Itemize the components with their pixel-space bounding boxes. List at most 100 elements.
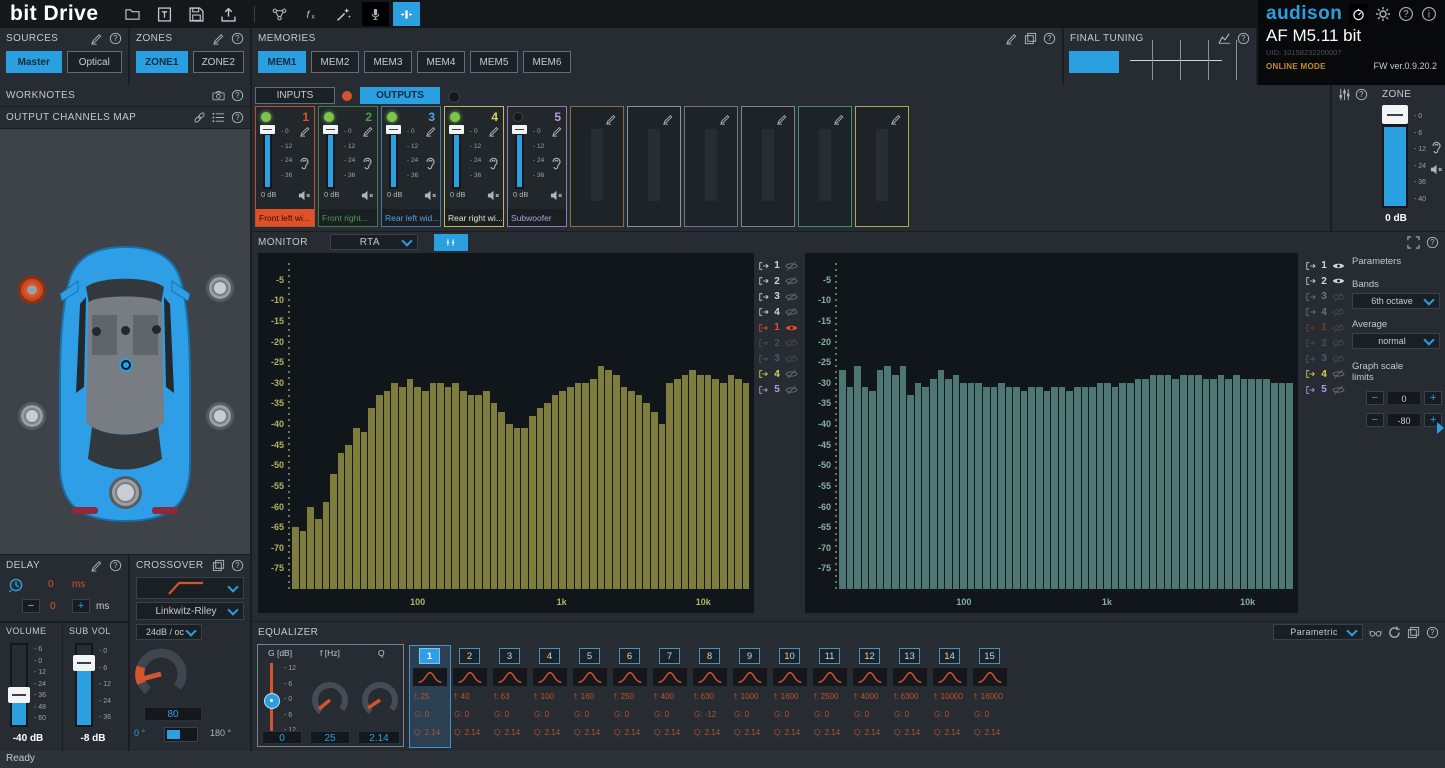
channel-label[interactable]: Rear right wi... bbox=[445, 209, 503, 226]
mute-icon[interactable] bbox=[550, 189, 563, 202]
file-template-icon[interactable] bbox=[152, 3, 178, 25]
output-tuning-button[interactable] bbox=[393, 2, 420, 26]
eq-band-8[interactable]: 8f: 630G: -12Q: 2.14 bbox=[690, 646, 730, 747]
level-slider[interactable] bbox=[452, 125, 461, 189]
mute-icon[interactable] bbox=[424, 189, 437, 202]
info-icon[interactable]: i bbox=[1421, 5, 1437, 23]
fullscreen-icon[interactable] bbox=[1407, 236, 1420, 249]
eq-band-6[interactable]: 6f: 250G: 0Q: 2.14 bbox=[610, 646, 650, 747]
eye-slash-icon[interactable] bbox=[785, 292, 798, 302]
channel-label[interactable]: Front left wi... bbox=[256, 209, 314, 226]
dual-fader-button[interactable] bbox=[434, 234, 468, 251]
tab-outputs[interactable]: OUTPUTS bbox=[360, 87, 440, 104]
edit-channel-icon[interactable] bbox=[719, 113, 731, 125]
channel-strip-1[interactable]: 1- 0 - 12 - 24 - 360 dBFront left wi... bbox=[255, 106, 315, 227]
memory-mem5[interactable]: MEM5 bbox=[470, 51, 518, 73]
zone-zone2[interactable]: ZONE2 bbox=[193, 51, 245, 73]
channel-strip-empty[interactable] bbox=[798, 106, 852, 227]
eq-band-5[interactable]: 5f: 160G: 0Q: 2.14 bbox=[570, 646, 610, 747]
eq-band-button[interactable]: 3 bbox=[499, 648, 520, 664]
magic-wand-icon[interactable] bbox=[331, 3, 357, 25]
crossover-frequency-knob[interactable] bbox=[130, 643, 192, 705]
help-icon[interactable]: ? bbox=[1355, 88, 1368, 101]
trace-left-out-4[interactable]: 4 bbox=[758, 367, 802, 383]
curve-chart-icon[interactable] bbox=[1218, 32, 1231, 45]
eq-band-button[interactable]: 1 bbox=[419, 648, 440, 664]
listen-icon[interactable] bbox=[361, 157, 374, 170]
source-optical[interactable]: Optical bbox=[67, 51, 123, 73]
memory-mem2[interactable]: MEM2 bbox=[311, 51, 359, 73]
eq-bell-curve-icon[interactable] bbox=[413, 668, 447, 686]
eq-bell-curve-icon[interactable] bbox=[973, 668, 1007, 686]
eq-band-10[interactable]: 10f: 1600G: 0Q: 2.14 bbox=[770, 646, 810, 747]
eq-band-button[interactable]: 8 bbox=[699, 648, 720, 664]
level-slider[interactable] bbox=[326, 125, 335, 189]
trace-left-out-3[interactable]: 3 bbox=[758, 351, 802, 367]
help-icon[interactable]: ? bbox=[1426, 626, 1439, 639]
eq-band-13[interactable]: 13f: 6300G: 0Q: 2.14 bbox=[890, 646, 930, 747]
level-slider[interactable] bbox=[389, 125, 398, 189]
trace-left-in-3[interactable]: 3 bbox=[758, 289, 802, 305]
level-slider[interactable] bbox=[263, 125, 272, 189]
eq-band-button[interactable]: 7 bbox=[659, 648, 680, 664]
edit-icon[interactable] bbox=[212, 32, 225, 45]
eye-slash-icon[interactable] bbox=[785, 354, 798, 364]
trace-right-out-3[interactable]: 3 bbox=[1305, 351, 1349, 367]
eq-type-select[interactable]: Parametric bbox=[1273, 624, 1363, 640]
save-icon[interactable] bbox=[184, 3, 210, 25]
eq-bell-curve-icon[interactable] bbox=[853, 668, 887, 686]
crossover-type-select[interactable] bbox=[136, 577, 244, 599]
phase-toggle[interactable] bbox=[164, 727, 198, 742]
channel-label[interactable]: Subwoofer bbox=[508, 209, 566, 226]
mute-icon[interactable] bbox=[1430, 163, 1443, 176]
eq-band-button[interactable]: 14 bbox=[939, 648, 960, 664]
edit-channel-icon[interactable] bbox=[833, 113, 845, 125]
trace-right-out-1[interactable]: 1 bbox=[1305, 320, 1349, 336]
edit-icon[interactable] bbox=[1005, 32, 1018, 45]
seat-point[interactable] bbox=[121, 326, 130, 335]
zone-volume-slider[interactable] bbox=[1382, 105, 1408, 208]
eq-band-button[interactable]: 15 bbox=[979, 648, 1000, 664]
edit-channel-icon[interactable] bbox=[425, 125, 437, 137]
volume-slider[interactable] bbox=[10, 643, 28, 727]
edit-channel-icon[interactable] bbox=[605, 113, 617, 125]
help-icon[interactable]: ? bbox=[1426, 236, 1439, 249]
average-select[interactable]: normal bbox=[1352, 333, 1440, 349]
eye-slash-icon[interactable] bbox=[1332, 292, 1345, 302]
eq-band-button[interactable]: 13 bbox=[899, 648, 920, 664]
level-slider[interactable] bbox=[515, 125, 524, 189]
crossover-slope-select[interactable]: 24dB / oc bbox=[136, 624, 202, 640]
eq-bell-curve-icon[interactable] bbox=[533, 668, 567, 686]
delay-plus-button[interactable]: + bbox=[72, 599, 90, 613]
memory-mem1[interactable]: MEM1 bbox=[258, 51, 306, 73]
eye-slash-icon[interactable] bbox=[785, 385, 798, 395]
trace-left-out-2[interactable]: 2 bbox=[758, 336, 802, 352]
eq-band-button[interactable]: 2 bbox=[459, 648, 480, 664]
copy-icon[interactable] bbox=[212, 559, 225, 572]
mute-icon[interactable] bbox=[487, 189, 500, 202]
speaker-rear-right[interactable] bbox=[209, 405, 231, 427]
listen-icon[interactable] bbox=[550, 157, 563, 170]
eq-band-button[interactable]: 12 bbox=[859, 648, 880, 664]
eq-gain-knob[interactable] bbox=[264, 693, 280, 709]
channel-strip-3[interactable]: 3- 0 - 12 - 24 - 360 dBRear left wid... bbox=[381, 106, 441, 227]
faders-icon[interactable] bbox=[1338, 88, 1351, 101]
eq-view-icon[interactable] bbox=[1369, 626, 1382, 639]
routing-icon[interactable] bbox=[267, 3, 293, 25]
eye-slash-icon[interactable] bbox=[1332, 323, 1345, 333]
speaker-rear-left[interactable] bbox=[21, 405, 43, 427]
edit-channel-icon[interactable] bbox=[551, 125, 563, 137]
trace-right-out-5[interactable]: 5 bbox=[1305, 382, 1349, 398]
listen-icon[interactable] bbox=[1430, 141, 1443, 154]
edit-channel-icon[interactable] bbox=[299, 125, 311, 137]
eq-band-4[interactable]: 4f: 100G: 0Q: 2.14 bbox=[530, 646, 570, 747]
eq-bell-curve-icon[interactable] bbox=[893, 668, 927, 686]
channel-strip-5[interactable]: 5- 0 - 12 - 24 - 360 dBSubwoofer bbox=[507, 106, 567, 227]
limit-upper-minus[interactable]: − bbox=[1366, 391, 1384, 405]
trace-right-out-2[interactable]: 2 bbox=[1305, 336, 1349, 352]
edit-channel-icon[interactable] bbox=[362, 125, 374, 137]
eq-band-12[interactable]: 12f: 4000G: 0Q: 2.14 bbox=[850, 646, 890, 747]
limit-lower-minus[interactable]: − bbox=[1366, 413, 1384, 427]
eq-band-1[interactable]: 1f: 25G: 0Q: 2.14 bbox=[410, 646, 450, 747]
speaker-subwoofer[interactable] bbox=[112, 479, 139, 506]
